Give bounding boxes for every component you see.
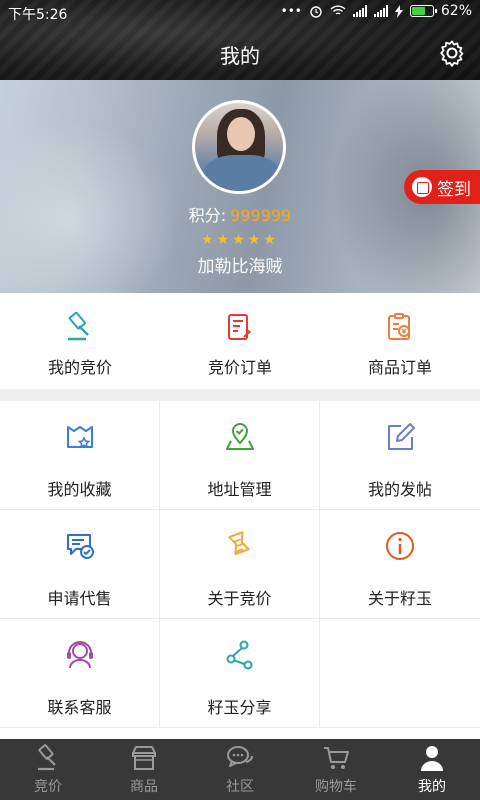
address-management-button[interactable]: 地址管理 (160, 401, 320, 510)
consignment-button[interactable]: 申请代售 (0, 510, 160, 619)
menu-label: 我的发帖 (367, 480, 432, 499)
checkin-button[interactable]: 签到 (404, 170, 480, 204)
tab-products[interactable]: 商品 (96, 739, 192, 800)
more-dots-icon: ••• (280, 4, 302, 18)
tab-mine[interactable]: 我的 (384, 739, 480, 800)
alarm-icon (310, 6, 322, 18)
calendar-icon (412, 177, 432, 197)
battery-percent: 62% (440, 3, 472, 19)
consignment-icon (66, 534, 94, 559)
about-ziyu-button[interactable]: 关于籽玉 (320, 510, 480, 619)
scroll-icon (227, 531, 250, 556)
checkin-label: 签到 (437, 179, 471, 200)
tab-label: 购物车 (315, 779, 357, 795)
settings-gear-icon[interactable] (438, 39, 466, 67)
product-orders-button[interactable]: 商品订单 (320, 293, 480, 389)
my-bids-button[interactable]: 我的竞价 (0, 293, 160, 389)
tab-bidding[interactable]: 竞价 (0, 739, 96, 800)
points-value: 999999 (230, 206, 292, 225)
avatar[interactable] (192, 100, 286, 194)
favorites-button[interactable]: 我的收藏 (0, 401, 160, 510)
order-label: 我的竞价 (47, 358, 112, 377)
tab-label: 社区 (226, 779, 254, 795)
points: 积分: 999999 (0, 202, 480, 226)
gavel-icon (68, 311, 89, 341)
wifi-icon (330, 5, 346, 15)
gavel-icon (38, 744, 56, 771)
status-time: 下午5:26 (8, 7, 68, 23)
menu-label: 我的收藏 (47, 480, 112, 499)
tab-label: 商品 (130, 779, 158, 795)
cart-icon (324, 747, 349, 769)
share-button[interactable]: 籽玉分享 (160, 619, 320, 728)
battery-icon (409, 5, 437, 17)
edit-post-icon (388, 423, 415, 450)
tab-cart[interactable]: 购物车 (288, 739, 384, 800)
product-order-icon (388, 313, 410, 340)
map-pin-icon (225, 422, 254, 450)
status-bar: 下午5:26 ••• 62% (0, 0, 480, 26)
user-icon (421, 746, 443, 771)
menu-label: 关于竞价 (207, 589, 272, 608)
menu-label: 关于籽玉 (367, 589, 432, 608)
favorites-icon (66, 426, 93, 449)
share-icon (226, 640, 252, 670)
tab-label: 我的 (418, 779, 446, 795)
bid-order-icon (228, 314, 251, 340)
order-label: 商品订单 (367, 358, 432, 377)
points-label: 积分: (188, 206, 227, 225)
orders-row: 我的竞价 竞价订单 商品订单 (0, 293, 480, 389)
about-bidding-button[interactable]: 关于竞价 (160, 510, 320, 619)
username: 加勒比海贼 (197, 257, 283, 277)
tab-label: 竞价 (34, 779, 62, 795)
order-label: 竞价订单 (207, 358, 272, 377)
bottom-nav: 竞价 商品 社区 购物车 我的 (0, 739, 480, 800)
signal-icon (352, 5, 367, 17)
chat-icon (227, 746, 253, 767)
menu-label: 地址管理 (207, 480, 272, 499)
bid-orders-button[interactable]: 竞价订单 (160, 293, 320, 389)
signal-icon-2 (373, 5, 388, 17)
menu-label: 联系客服 (47, 698, 112, 717)
info-icon (386, 532, 414, 560)
charging-icon (394, 4, 403, 18)
section-divider (0, 389, 480, 401)
store-icon (132, 746, 156, 770)
page-title: 我的 (220, 44, 260, 68)
tab-community[interactable]: 社区 (192, 739, 288, 800)
headset-icon (66, 641, 93, 669)
status-icons: ••• 62% (281, 3, 472, 19)
menu-grid: 我的收藏 地址管理 我的发帖 申请代售 关于竞价 关于籽玉 联系客服 籽玉分享 (0, 401, 480, 739)
menu-label: 籽玉分享 (207, 698, 272, 717)
rating-stars: ★★★★★ (201, 232, 279, 248)
profile-banner: 积分: 999999 ★★★★★ 加勒比海贼 签到 (0, 80, 480, 293)
menu-label: 申请代售 (47, 589, 112, 608)
empty-grid-cell (320, 619, 480, 728)
my-posts-button[interactable]: 我的发帖 (320, 401, 480, 510)
customer-service-button[interactable]: 联系客服 (0, 619, 160, 728)
top-bar: 下午5:26 ••• 62% 我的 (0, 0, 480, 80)
